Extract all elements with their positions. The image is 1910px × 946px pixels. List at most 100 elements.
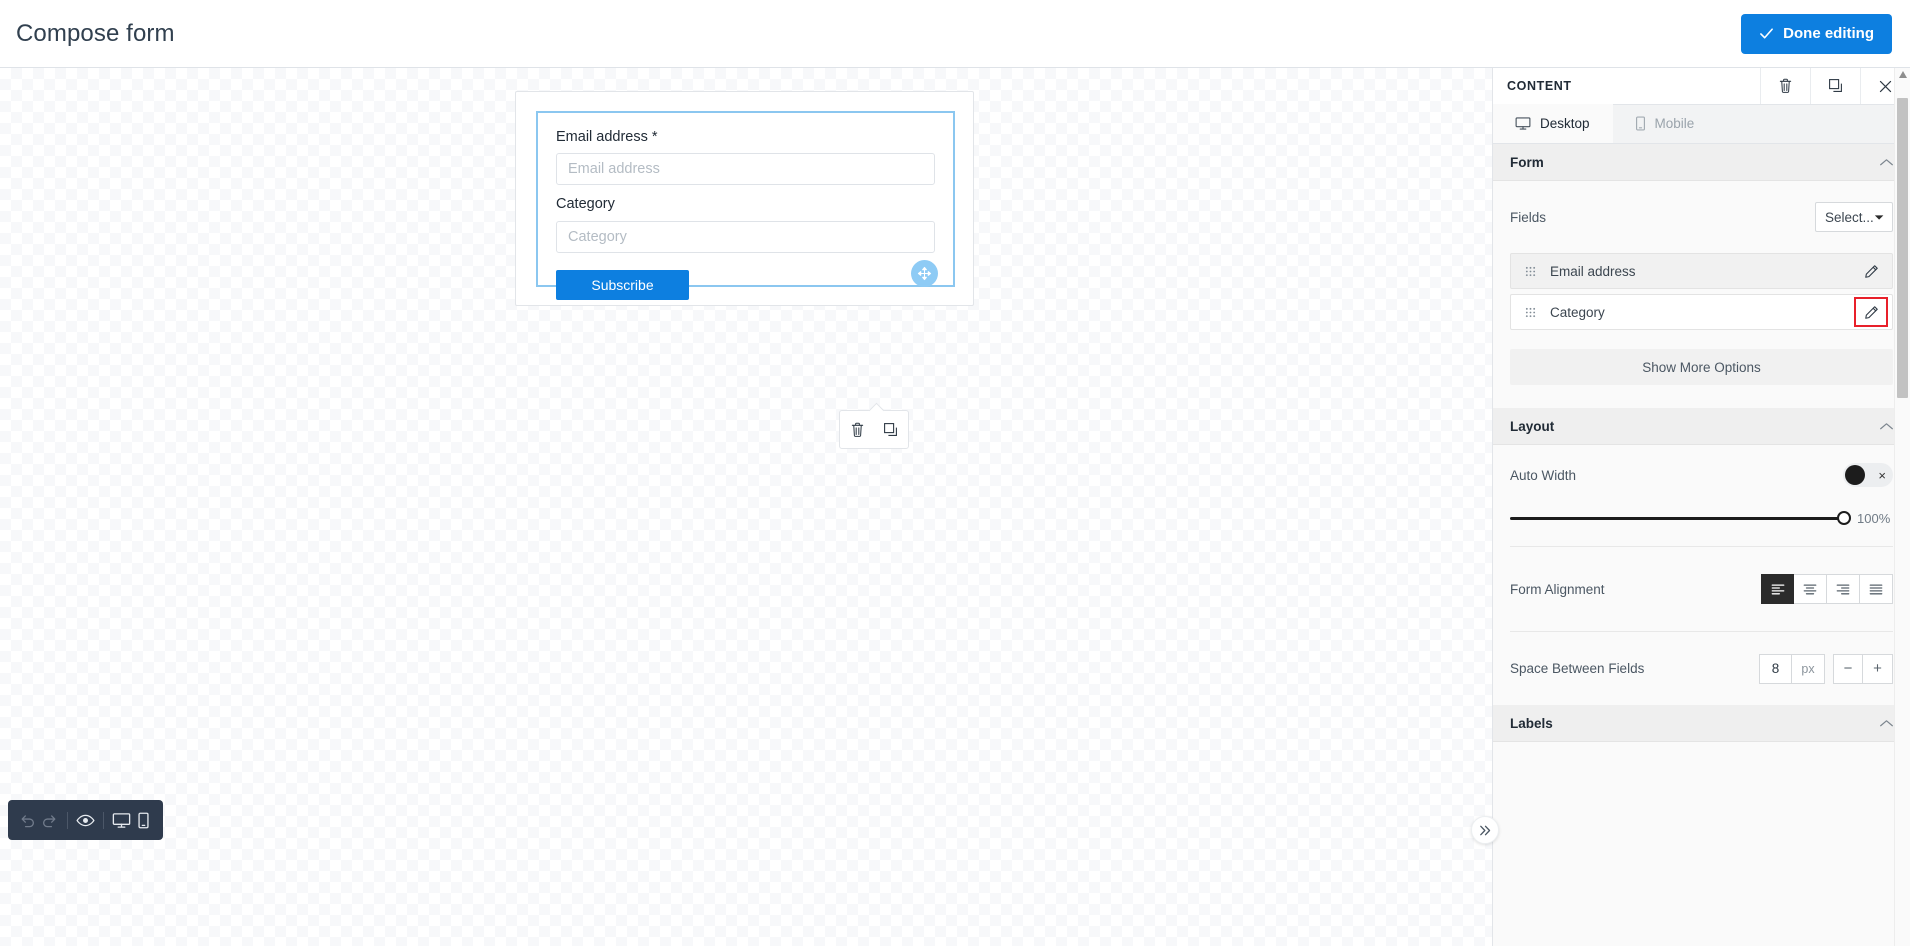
section-body-layout: Auto Width × 100% Form Alignment Space B… — [1493, 445, 1910, 705]
form-widget[interactable]: Email address * Email address Category C… — [536, 111, 955, 300]
show-more-options-button[interactable]: Show More Options — [1510, 349, 1893, 385]
block-float-toolbar[interactable] — [839, 410, 909, 449]
panel-scrollbar-thumb[interactable] — [1897, 98, 1908, 398]
tab-desktop[interactable]: Desktop — [1493, 104, 1613, 143]
field-row-label: Category — [1550, 304, 1605, 320]
done-editing-button[interactable]: Done editing — [1741, 13, 1892, 54]
fields-select-value: Select... — [1825, 209, 1874, 225]
check-icon — [1760, 28, 1774, 39]
toggle-off-icon: × — [1878, 467, 1886, 483]
toolbar-divider-2 — [103, 811, 104, 829]
redo-button[interactable] — [40, 807, 60, 833]
category-input-placeholder: Category — [568, 228, 627, 245]
desktop-icon — [112, 812, 131, 828]
drag-handle-icon[interactable] — [1525, 307, 1536, 318]
editor-bottom-toolbar[interactable] — [8, 800, 163, 840]
align-center-icon — [1803, 583, 1817, 594]
form-alignment-label: Form Alignment — [1510, 581, 1605, 597]
section-title-labels: Labels — [1510, 715, 1553, 731]
align-left-button[interactable] — [1761, 574, 1794, 604]
pencil-icon — [1864, 305, 1878, 319]
auto-width-row: Auto Width × — [1510, 445, 1893, 505]
space-between-fields-row: Space Between Fields 8 px − + — [1510, 632, 1893, 705]
section-title-form: Form — [1510, 154, 1544, 170]
width-slider-row: 100% — [1510, 505, 1893, 546]
duplicate-icon — [1828, 79, 1842, 92]
fields-label: Fields — [1510, 209, 1547, 225]
field-row-category[interactable]: Category — [1510, 294, 1893, 330]
align-justify-button[interactable] — [1860, 574, 1893, 604]
section-header-labels[interactable]: Labels — [1493, 705, 1910, 742]
chevron-up-icon[interactable] — [1879, 158, 1894, 167]
section-title-layout: Layout — [1510, 418, 1555, 434]
space-between-fields-stepper[interactable]: 8 px − + — [1759, 653, 1893, 684]
desktop-icon — [1515, 117, 1531, 130]
auto-width-toggle[interactable]: × — [1843, 463, 1893, 487]
align-justify-icon — [1869, 583, 1883, 594]
subscribe-button[interactable]: Subscribe — [556, 269, 689, 300]
pencil-icon — [1864, 264, 1878, 278]
desktop-view-button[interactable] — [112, 807, 132, 833]
undo-button[interactable] — [18, 807, 38, 833]
viewport-tabs[interactable]: Desktop Mobile — [1493, 104, 1910, 144]
width-slider-thumb[interactable] — [1837, 511, 1851, 525]
preview-button[interactable] — [76, 807, 96, 833]
alignment-segmented-control[interactable] — [1761, 574, 1893, 604]
email-input-placeholder: Email address — [568, 161, 660, 178]
mobile-icon — [1635, 116, 1645, 131]
panel-header: CONTENT — [1493, 68, 1910, 105]
edit-field-button-category[interactable] — [1854, 297, 1888, 327]
spacing-decrement-button[interactable]: − — [1833, 653, 1863, 684]
section-header-form[interactable]: Form — [1493, 144, 1910, 181]
collapse-panel-button[interactable] — [1471, 816, 1499, 844]
align-left-icon — [1771, 583, 1784, 594]
scroll-up-arrow-icon[interactable] — [1899, 71, 1907, 78]
toolbar-divider-1 — [67, 811, 68, 829]
editor-canvas[interactable]: Email address * Email address Category C… — [0, 68, 1492, 946]
trash-icon — [1779, 78, 1792, 93]
email-input[interactable]: Email address — [556, 153, 935, 186]
field-row-label: Email address — [1550, 263, 1636, 279]
drag-handle-icon[interactable] — [1525, 266, 1536, 277]
done-editing-label: Done editing — [1783, 25, 1874, 42]
width-value: 100% — [1857, 511, 1891, 526]
align-center-button[interactable] — [1794, 574, 1827, 604]
field-row-email[interactable]: Email address — [1510, 253, 1893, 289]
panel-title: CONTENT — [1507, 79, 1572, 93]
content-settings-panel: CONTENT Desktop Mobile Form Fields Selec… — [1492, 68, 1910, 946]
fields-row: Fields Select... — [1510, 181, 1893, 253]
chevron-up-icon[interactable] — [1879, 422, 1894, 431]
app-header: Compose form Done editing — [0, 0, 1910, 68]
category-field-label: Category — [556, 196, 615, 213]
panel-delete-button[interactable] — [1760, 68, 1810, 104]
chevron-double-right-icon — [1479, 825, 1490, 835]
mobile-view-button[interactable] — [134, 807, 154, 833]
width-slider[interactable] — [1510, 511, 1851, 525]
panel-scroll-area: Form Fields Select... Email address Cate… — [1493, 144, 1910, 946]
category-input[interactable]: Category — [556, 220, 935, 253]
redo-icon — [42, 814, 56, 827]
align-right-icon — [1836, 583, 1850, 594]
page-title: Compose form — [16, 19, 175, 47]
panel-duplicate-button[interactable] — [1810, 68, 1860, 104]
chevron-up-icon[interactable] — [1879, 719, 1894, 728]
chevron-down-icon — [1874, 214, 1884, 220]
tab-mobile[interactable]: Mobile — [1613, 104, 1718, 143]
email-field-label: Email address * — [556, 129, 658, 145]
duplicate-icon — [884, 422, 897, 436]
move-handle-icon[interactable] — [911, 260, 938, 287]
trash-icon — [851, 422, 863, 437]
fields-select[interactable]: Select... — [1815, 202, 1893, 232]
delete-block-button[interactable] — [846, 419, 868, 441]
section-header-layout[interactable]: Layout — [1493, 408, 1910, 445]
spacing-unit-label: px — [1792, 653, 1825, 684]
panel-scrollbar[interactable] — [1894, 68, 1910, 946]
spacing-increment-button[interactable]: + — [1863, 653, 1893, 684]
edit-field-button-email[interactable] — [1854, 256, 1888, 286]
close-icon — [1879, 80, 1892, 92]
duplicate-block-button[interactable] — [880, 419, 902, 441]
align-right-button[interactable] — [1827, 574, 1860, 604]
toggle-knob — [1845, 465, 1865, 485]
section-body-form: Fields Select... Email address Category … — [1493, 181, 1910, 385]
spacing-value-input[interactable]: 8 — [1759, 653, 1792, 684]
